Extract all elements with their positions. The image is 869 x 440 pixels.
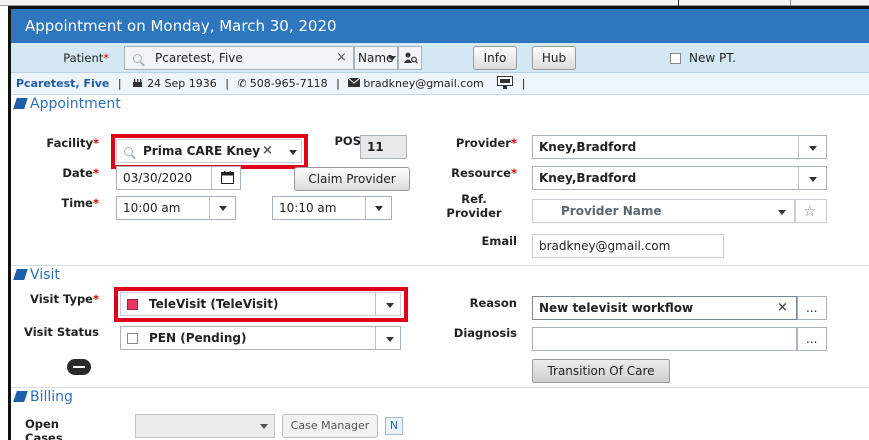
person-search-icon bbox=[404, 52, 418, 64]
facility-label: Facility* bbox=[46, 136, 99, 150]
reason-label: Reason bbox=[469, 296, 517, 310]
appointment-section-title: Appointment bbox=[13, 96, 121, 112]
visit-status-label: Visit Status bbox=[24, 325, 99, 339]
time-label: Time* bbox=[61, 196, 99, 210]
date-label: Date* bbox=[62, 166, 99, 180]
section-marker-icon bbox=[13, 391, 28, 402]
visit-section-title: Visit bbox=[13, 267, 60, 283]
clear-patient-icon[interactable]: × bbox=[336, 47, 347, 69]
new-pt-checkbox[interactable] bbox=[670, 53, 681, 64]
visit-status-select[interactable]: PEN (Pending) bbox=[120, 326, 401, 350]
divider bbox=[798, 136, 799, 158]
date-input[interactable]: 03/30/2020 bbox=[116, 166, 241, 190]
favorite-provider-button[interactable]: ☆ bbox=[795, 199, 827, 223]
end-time-select[interactable]: 10:10 am bbox=[272, 196, 392, 220]
ref-provider-placeholder: Provider Name bbox=[561, 204, 662, 218]
billing-section-title: Billing bbox=[13, 389, 73, 405]
divider bbox=[375, 327, 376, 349]
open-cases-label: Open Cases bbox=[25, 417, 63, 440]
chevron-down-icon bbox=[778, 210, 786, 215]
billing-section-divider bbox=[11, 387, 869, 388]
chevron-down-icon bbox=[260, 424, 268, 429]
provider-value: Kney,Bradford bbox=[539, 140, 637, 154]
open-cases-select[interactable] bbox=[135, 414, 275, 438]
hub-button[interactable]: Hub bbox=[532, 46, 576, 70]
patient-name: Pcaretest, Five bbox=[16, 77, 110, 90]
separator: | bbox=[521, 77, 526, 90]
star-icon: ☆ bbox=[803, 202, 817, 220]
collapse-toggle-icon[interactable] bbox=[67, 359, 91, 375]
patient-search-input[interactable]: Pcaretest, Five × bbox=[124, 46, 354, 70]
visit-type-highlight-box bbox=[114, 287, 408, 322]
divider bbox=[211, 167, 212, 189]
start-time-select[interactable]: 10:00 am bbox=[116, 196, 236, 220]
appointment-dialog: Appointment on Monday, March 30, 2020 Pa… bbox=[8, 6, 869, 440]
chevron-down-icon bbox=[809, 146, 817, 151]
chevron-down-icon bbox=[388, 56, 396, 61]
resource-value: Kney,Bradford bbox=[539, 171, 637, 185]
provider-label: Provider* bbox=[455, 136, 517, 150]
chevron-down-icon bbox=[375, 206, 383, 211]
patient-search-value: Pcaretest, Five bbox=[155, 51, 243, 65]
calendar-icon[interactable] bbox=[221, 171, 234, 184]
dialog-title: Appointment on Monday, March 30, 2020 bbox=[11, 9, 869, 43]
patient-dob: 24 Sep 1936 bbox=[147, 77, 217, 90]
new-case-button[interactable]: N bbox=[385, 417, 403, 435]
visit-type-label: Visit Type* bbox=[30, 292, 99, 306]
reason-input[interactable]: New televisit workflow × bbox=[532, 296, 797, 320]
claim-provider-button[interactable]: Claim Provider bbox=[294, 167, 410, 191]
separator: | bbox=[225, 77, 229, 90]
reason-more-button[interactable]: ... bbox=[797, 296, 827, 320]
provider-select[interactable]: Kney,Bradford bbox=[532, 135, 827, 159]
end-time-value: 10:10 am bbox=[279, 201, 337, 215]
divider bbox=[798, 167, 799, 189]
patient-bar: Patient* Pcaretest, Five × Name Info Hub… bbox=[11, 43, 869, 73]
monitor-icon[interactable] bbox=[497, 76, 514, 89]
diagnosis-input[interactable] bbox=[532, 327, 797, 351]
reason-value: New televisit workflow bbox=[539, 301, 694, 315]
chevron-down-icon bbox=[219, 206, 227, 211]
diagnosis-more-button[interactable]: ... bbox=[797, 327, 827, 351]
separator: | bbox=[336, 77, 340, 90]
chevron-down-icon bbox=[386, 337, 394, 342]
ref-provider-select[interactable]: Provider Name bbox=[532, 199, 795, 223]
case-manager-button[interactable]: Case Manager bbox=[282, 414, 378, 438]
section-marker-icon bbox=[13, 98, 28, 109]
new-pt-label: New PT. bbox=[689, 51, 736, 65]
email-label: Email bbox=[481, 234, 517, 248]
chevron-down-icon bbox=[809, 177, 817, 182]
email-input[interactable]: bradkney@gmail.com bbox=[532, 234, 724, 258]
separator: | bbox=[117, 77, 122, 90]
patient-email: bradkney@gmail.com bbox=[363, 77, 484, 90]
patient-phone: 508-965-7118 bbox=[249, 77, 328, 90]
visit-status-value: PEN (Pending) bbox=[149, 331, 247, 345]
date-value: 03/30/2020 bbox=[123, 171, 193, 185]
phone-icon: ✆ bbox=[237, 77, 247, 90]
envelope-icon bbox=[348, 77, 361, 87]
visit-status-swatch bbox=[127, 333, 138, 344]
divider bbox=[365, 197, 366, 219]
patient-label: Patient* bbox=[63, 51, 109, 65]
resource-label: Resource* bbox=[451, 166, 517, 180]
ref-provider-label: Ref. Provider bbox=[446, 192, 502, 220]
divider bbox=[209, 197, 210, 219]
patient-info-strip: Pcaretest, Five | 24 Sep 1936 | ✆ 508-965… bbox=[11, 73, 869, 95]
facility-highlight-box bbox=[111, 134, 308, 169]
transition-of-care-button[interactable]: Transition Of Care bbox=[532, 359, 670, 383]
start-time-value: 10:00 am bbox=[123, 201, 181, 215]
resource-select[interactable]: Kney,Bradford bbox=[532, 166, 827, 190]
pos-field: 11 bbox=[360, 135, 407, 159]
diagnosis-label: Diagnosis bbox=[453, 326, 517, 340]
section-marker-icon bbox=[13, 269, 28, 280]
search-mode-select[interactable]: Name bbox=[354, 46, 398, 70]
info-button[interactable]: Info bbox=[473, 46, 517, 70]
visit-section-divider bbox=[11, 265, 869, 266]
birthday-cake-icon bbox=[133, 79, 143, 87]
search-icon bbox=[133, 54, 142, 63]
clear-reason-icon[interactable]: × bbox=[777, 297, 788, 319]
patient-lookup-button[interactable] bbox=[398, 46, 422, 70]
pos-label: POS bbox=[334, 134, 362, 148]
